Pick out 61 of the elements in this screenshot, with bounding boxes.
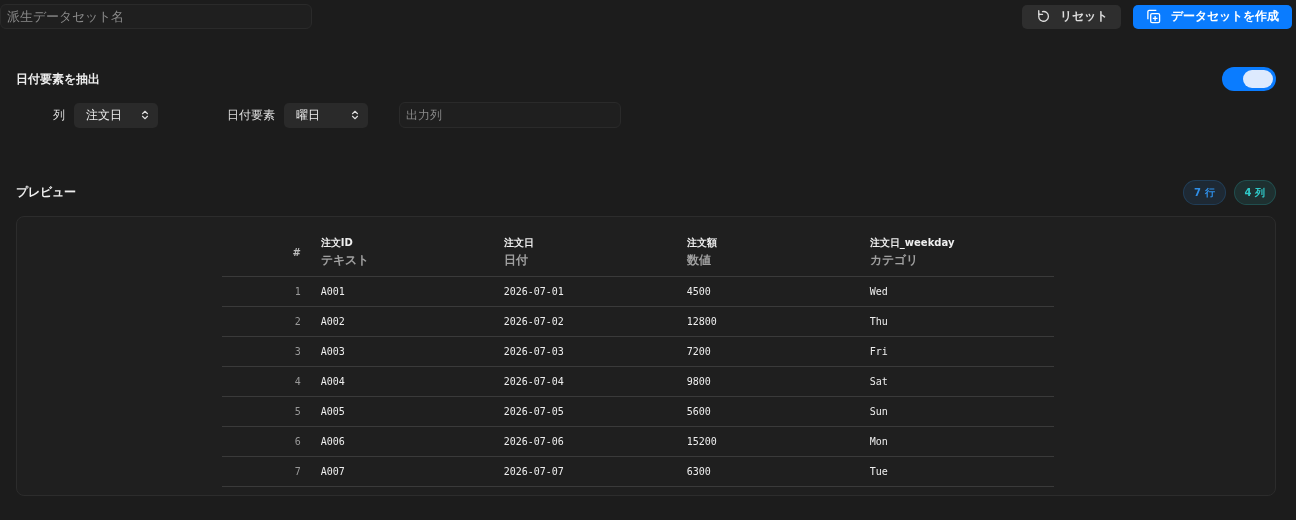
table-cell: 2026-07-03 [503,336,687,366]
row-number: 7 [222,456,321,486]
table-cell: 2026-07-06 [503,426,687,456]
table-cell: A004 [320,366,504,396]
table-cell: 2026-07-02 [503,306,687,336]
table-cell: A007 [320,456,504,486]
row-number: 5 [222,396,321,426]
table-cell: 2026-07-04 [503,366,687,396]
copy-plus-icon [1146,9,1161,24]
output-column-field[interactable]: 出力列 [399,102,621,128]
table-cell: Sat [869,366,1054,396]
section-title: プレビュー [16,184,76,201]
column-header: # [222,233,321,276]
table-cell: Wed [869,276,1054,306]
section-title: 日付要素を抽出 [16,70,100,88]
name-field[interactable]: 派生データセット名 [0,4,312,29]
row-number: 1 [222,276,321,306]
create-dataset-button[interactable]: データセットを作成 [1133,4,1292,29]
column-header: 注文額 [686,236,718,251]
table-cell: 9800 [686,366,870,396]
table-cell: A002 [320,306,504,336]
column-header: 注文日 [503,236,535,251]
row-number: 6 [222,426,321,456]
table-cell: Mon [869,426,1054,456]
table-cell: 6300 [686,456,870,486]
row-number: 2 [222,306,321,336]
table-cell: 7200 [686,336,870,366]
row-number: 4 [222,366,321,396]
table-cell: 5600 [686,396,870,426]
column-type: カテゴリ [869,252,919,270]
table-cell: A005 [320,396,504,426]
column-type: 日付 [503,252,529,270]
table-cell: 2026-07-05 [503,396,687,426]
table-cell: Sun [869,396,1054,426]
column-type: 数値 [686,252,712,270]
table-cell: A001 [320,276,504,306]
table-cell: Fri [869,336,1054,366]
column-select[interactable]: 注文日 [74,102,158,128]
table-cell: A003 [320,336,504,366]
table-cell: 12800 [686,306,870,336]
table-cell: 4500 [686,276,870,306]
column-header: 注文日_weekday [869,236,956,251]
table-cell: Thu [869,306,1054,336]
count-badge: 4 列 [1233,180,1276,205]
table-cell: 2026-07-07 [503,456,687,486]
undo-icon [1035,9,1050,24]
table-cell: Tue [869,456,1054,486]
count-badge: 7 行 [1183,180,1226,205]
table-cell: A006 [320,426,504,456]
chevron-up-down-icon [350,109,360,121]
column-type: テキスト [320,252,370,270]
field-label: 日付要素 [227,106,275,124]
table-cell: 2026-07-01 [503,276,687,306]
table-cell: 15200 [686,426,870,456]
reset-button[interactable]: リセット [1022,4,1121,29]
chevron-up-down-icon [140,109,150,121]
column-header: 注文ID [320,236,354,251]
field-label: 列 [53,106,65,124]
toggle-switch[interactable] [1222,67,1276,91]
row-number: 3 [222,336,321,366]
date-part-select[interactable]: 曜日 [284,102,368,128]
